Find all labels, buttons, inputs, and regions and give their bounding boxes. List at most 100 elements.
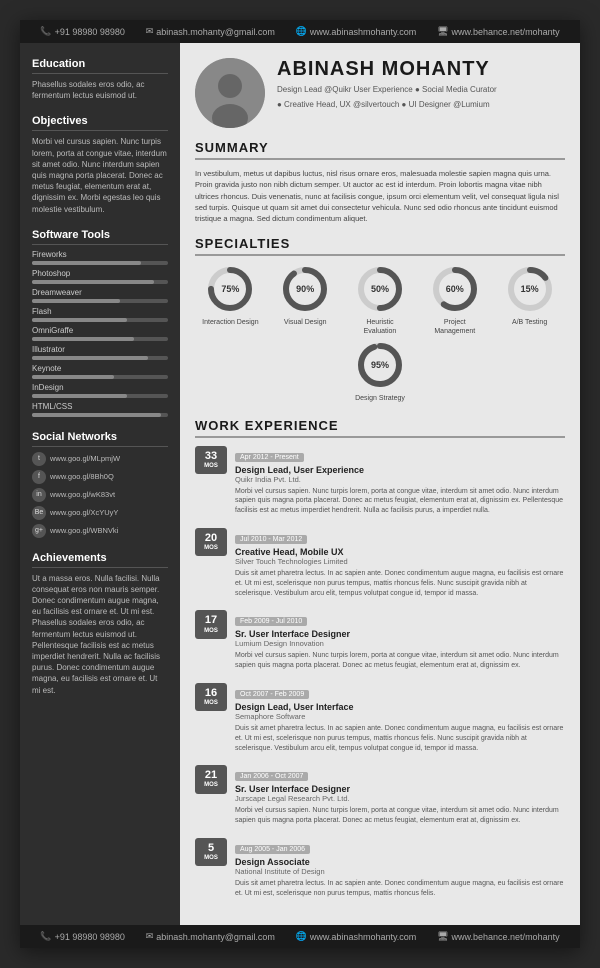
- work-period: Jul 2010 - Mar 2012: [235, 535, 307, 544]
- bottom-globe-icon: 🌐: [296, 931, 307, 942]
- social-icon: in: [32, 488, 46, 502]
- work-months: 33: [199, 450, 223, 463]
- work-item: 5 MOS Aug 2005 - Jan 2006 Design Associa…: [195, 838, 565, 899]
- work-company: Semaphore Software: [235, 712, 565, 721]
- skills-container: Fireworks Photoshop Dreamweaver Flash Om…: [32, 250, 168, 417]
- work-desc: Duis sit amet pharetra lectus. In ac sap…: [235, 879, 565, 899]
- specialty-name: Visual Design: [284, 318, 327, 327]
- donut-label: 95%: [371, 360, 389, 370]
- achievements-section: Achievements Ut a massa eros. Nulla faci…: [32, 552, 168, 696]
- work-details: Aug 2005 - Jan 2006 Design Associate Nat…: [235, 838, 565, 899]
- skill-bar-fill: [32, 318, 127, 322]
- work-item: 20 MOS Jul 2010 - Mar 2012 Creative Head…: [195, 528, 565, 598]
- social-item: f www.goo.gl/8Bh0Q: [32, 470, 168, 484]
- specialties-container: 75% Interaction Design 90% Visual Design…: [195, 264, 565, 403]
- work-company: Silver Touch Technologies Limited: [235, 557, 565, 566]
- education-heading: Education: [32, 58, 168, 74]
- social-icon: f: [32, 470, 46, 484]
- content-area: Education Phasellus sodales eros odio, a…: [20, 43, 580, 925]
- skill-label: Dreamweaver: [32, 288, 168, 297]
- work-badge: 5 MOS: [195, 838, 227, 866]
- skill-bar-fill: [32, 413, 161, 417]
- donut-container: 75%: [205, 264, 255, 314]
- achievements-text: Ut a massa eros. Nulla facilisi. Nulla c…: [32, 573, 168, 696]
- top-email: ✉ abinash.mohanty@gmail.com: [146, 26, 275, 37]
- work-company: Jurscape Legal Research Pvt. Ltd.: [235, 794, 565, 803]
- specialty-name: Design Strategy: [355, 394, 405, 403]
- work-company: Lumium Design Innovation: [235, 639, 565, 648]
- social-item: g+ www.goo.gl/WBNVki: [32, 524, 168, 538]
- work-period: Apr 2012 - Present: [235, 453, 304, 462]
- work-item: 17 MOS Feb 2009 - Jul 2010 Sr. User Inte…: [195, 610, 565, 671]
- summary-heading: Summary: [195, 140, 565, 160]
- bottom-phone-icon: 📞: [40, 931, 51, 942]
- top-phone: 📞 +91 98980 98980: [40, 26, 125, 37]
- work-job-title: Design Lead, User Interface: [235, 702, 565, 712]
- work-badge: 21 MOS: [195, 765, 227, 793]
- bottom-phone: 📞 +91 98980 98980: [40, 931, 125, 942]
- skill-bar-bg: [32, 356, 168, 360]
- education-text: Phasellus sodales eros odio, ac fermentu…: [32, 79, 168, 101]
- social-link: www.goo.gl/8Bh0Q: [50, 472, 114, 481]
- skill-item: InDesign: [32, 383, 168, 398]
- specialty-name: Project Management: [425, 318, 485, 336]
- skill-bar-fill: [32, 356, 148, 360]
- work-details: Jan 2006 - Oct 2007 Sr. User Interface D…: [235, 765, 565, 826]
- social-link: www.goo.gl/MLpmjW: [50, 454, 120, 463]
- summary-text: In vestibulum, metus ut dapibus luctus, …: [195, 168, 565, 224]
- avatar-image: [195, 58, 265, 128]
- donut-container: 60%: [430, 264, 480, 314]
- work-unit: MOS: [199, 545, 223, 552]
- donut-label: 50%: [371, 284, 389, 294]
- skill-label: OmniGraffe: [32, 326, 168, 335]
- specialty-item: 50% Heuristic Evaluation: [350, 264, 410, 336]
- social-icon: Be: [32, 506, 46, 520]
- skill-label: Photoshop: [32, 269, 168, 278]
- work-period: Feb 2009 - Jul 2010: [235, 617, 307, 626]
- work-job-title: Design Associate: [235, 857, 565, 867]
- objectives-section: Objectives Morbi vel cursus sapien. Nunc…: [32, 115, 168, 214]
- donut-container: 95%: [355, 340, 405, 390]
- work-job-title: Sr. User Interface Designer: [235, 784, 565, 794]
- specialty-name: Heuristic Evaluation: [350, 318, 410, 336]
- work-months: 17: [199, 614, 223, 627]
- skill-bar-fill: [32, 337, 134, 341]
- software-section: Software Tools Fireworks Photoshop Dream…: [32, 229, 168, 417]
- specialty-item: 60% Project Management: [425, 264, 485, 336]
- social-section: Social Networks t www.goo.gl/MLpmjW f ww…: [32, 431, 168, 538]
- donut-container: 50%: [355, 264, 405, 314]
- donut-container: 90%: [280, 264, 330, 314]
- bottom-behance: 🖥 www.behance.net/mohanty: [437, 931, 560, 942]
- skill-bar-bg: [32, 299, 168, 303]
- skill-bar-bg: [32, 394, 168, 398]
- work-job-title: Design Lead, User Experience: [235, 465, 565, 475]
- skill-bar-bg: [32, 318, 168, 322]
- specialty-item: 95% Design Strategy: [350, 340, 410, 403]
- skill-bar-bg: [32, 337, 168, 341]
- candidate-name: ABINASH MOHANTY: [277, 58, 565, 81]
- skill-item: Keynote: [32, 364, 168, 379]
- social-heading: Social Networks: [32, 431, 168, 447]
- socials-container: t www.goo.gl/MLpmjW f www.goo.gl/8Bh0Q i…: [32, 452, 168, 538]
- specialty-item: 75% Interaction Design: [200, 264, 260, 327]
- work-badge: 33 MOS: [195, 446, 227, 474]
- donut-container: 15%: [505, 264, 555, 314]
- bottom-email-icon: ✉: [146, 931, 154, 942]
- main-content: ABINASH MOHANTY Design Lead @Quikr User …: [180, 43, 580, 925]
- work-unit: MOS: [199, 463, 223, 470]
- work-months: 21: [199, 769, 223, 782]
- software-heading: Software Tools: [32, 229, 168, 245]
- achievements-heading: Achievements: [32, 552, 168, 568]
- top-behance: 🖥 www.behance.net/mohanty: [437, 26, 560, 37]
- candidate-subtitle1: Design Lead @Quikr User Experience ● Soc…: [277, 84, 565, 96]
- work-container: 33 MOS Apr 2012 - Present Design Lead, U…: [195, 446, 565, 899]
- specialty-name: A/B Testing: [512, 318, 547, 327]
- work-badge: 20 MOS: [195, 528, 227, 556]
- work-item: 16 MOS Oct 2007 - Feb 2009 Design Lead, …: [195, 683, 565, 753]
- skill-label: Fireworks: [32, 250, 168, 259]
- work-desc: Morbi vel cursus sapien. Nunc turpis lor…: [235, 806, 565, 826]
- behance-icon: 🖥: [437, 26, 448, 37]
- donut-label: 75%: [221, 284, 239, 294]
- skill-item: Illustrator: [32, 345, 168, 360]
- name-block: ABINASH MOHANTY Design Lead @Quikr User …: [277, 58, 565, 111]
